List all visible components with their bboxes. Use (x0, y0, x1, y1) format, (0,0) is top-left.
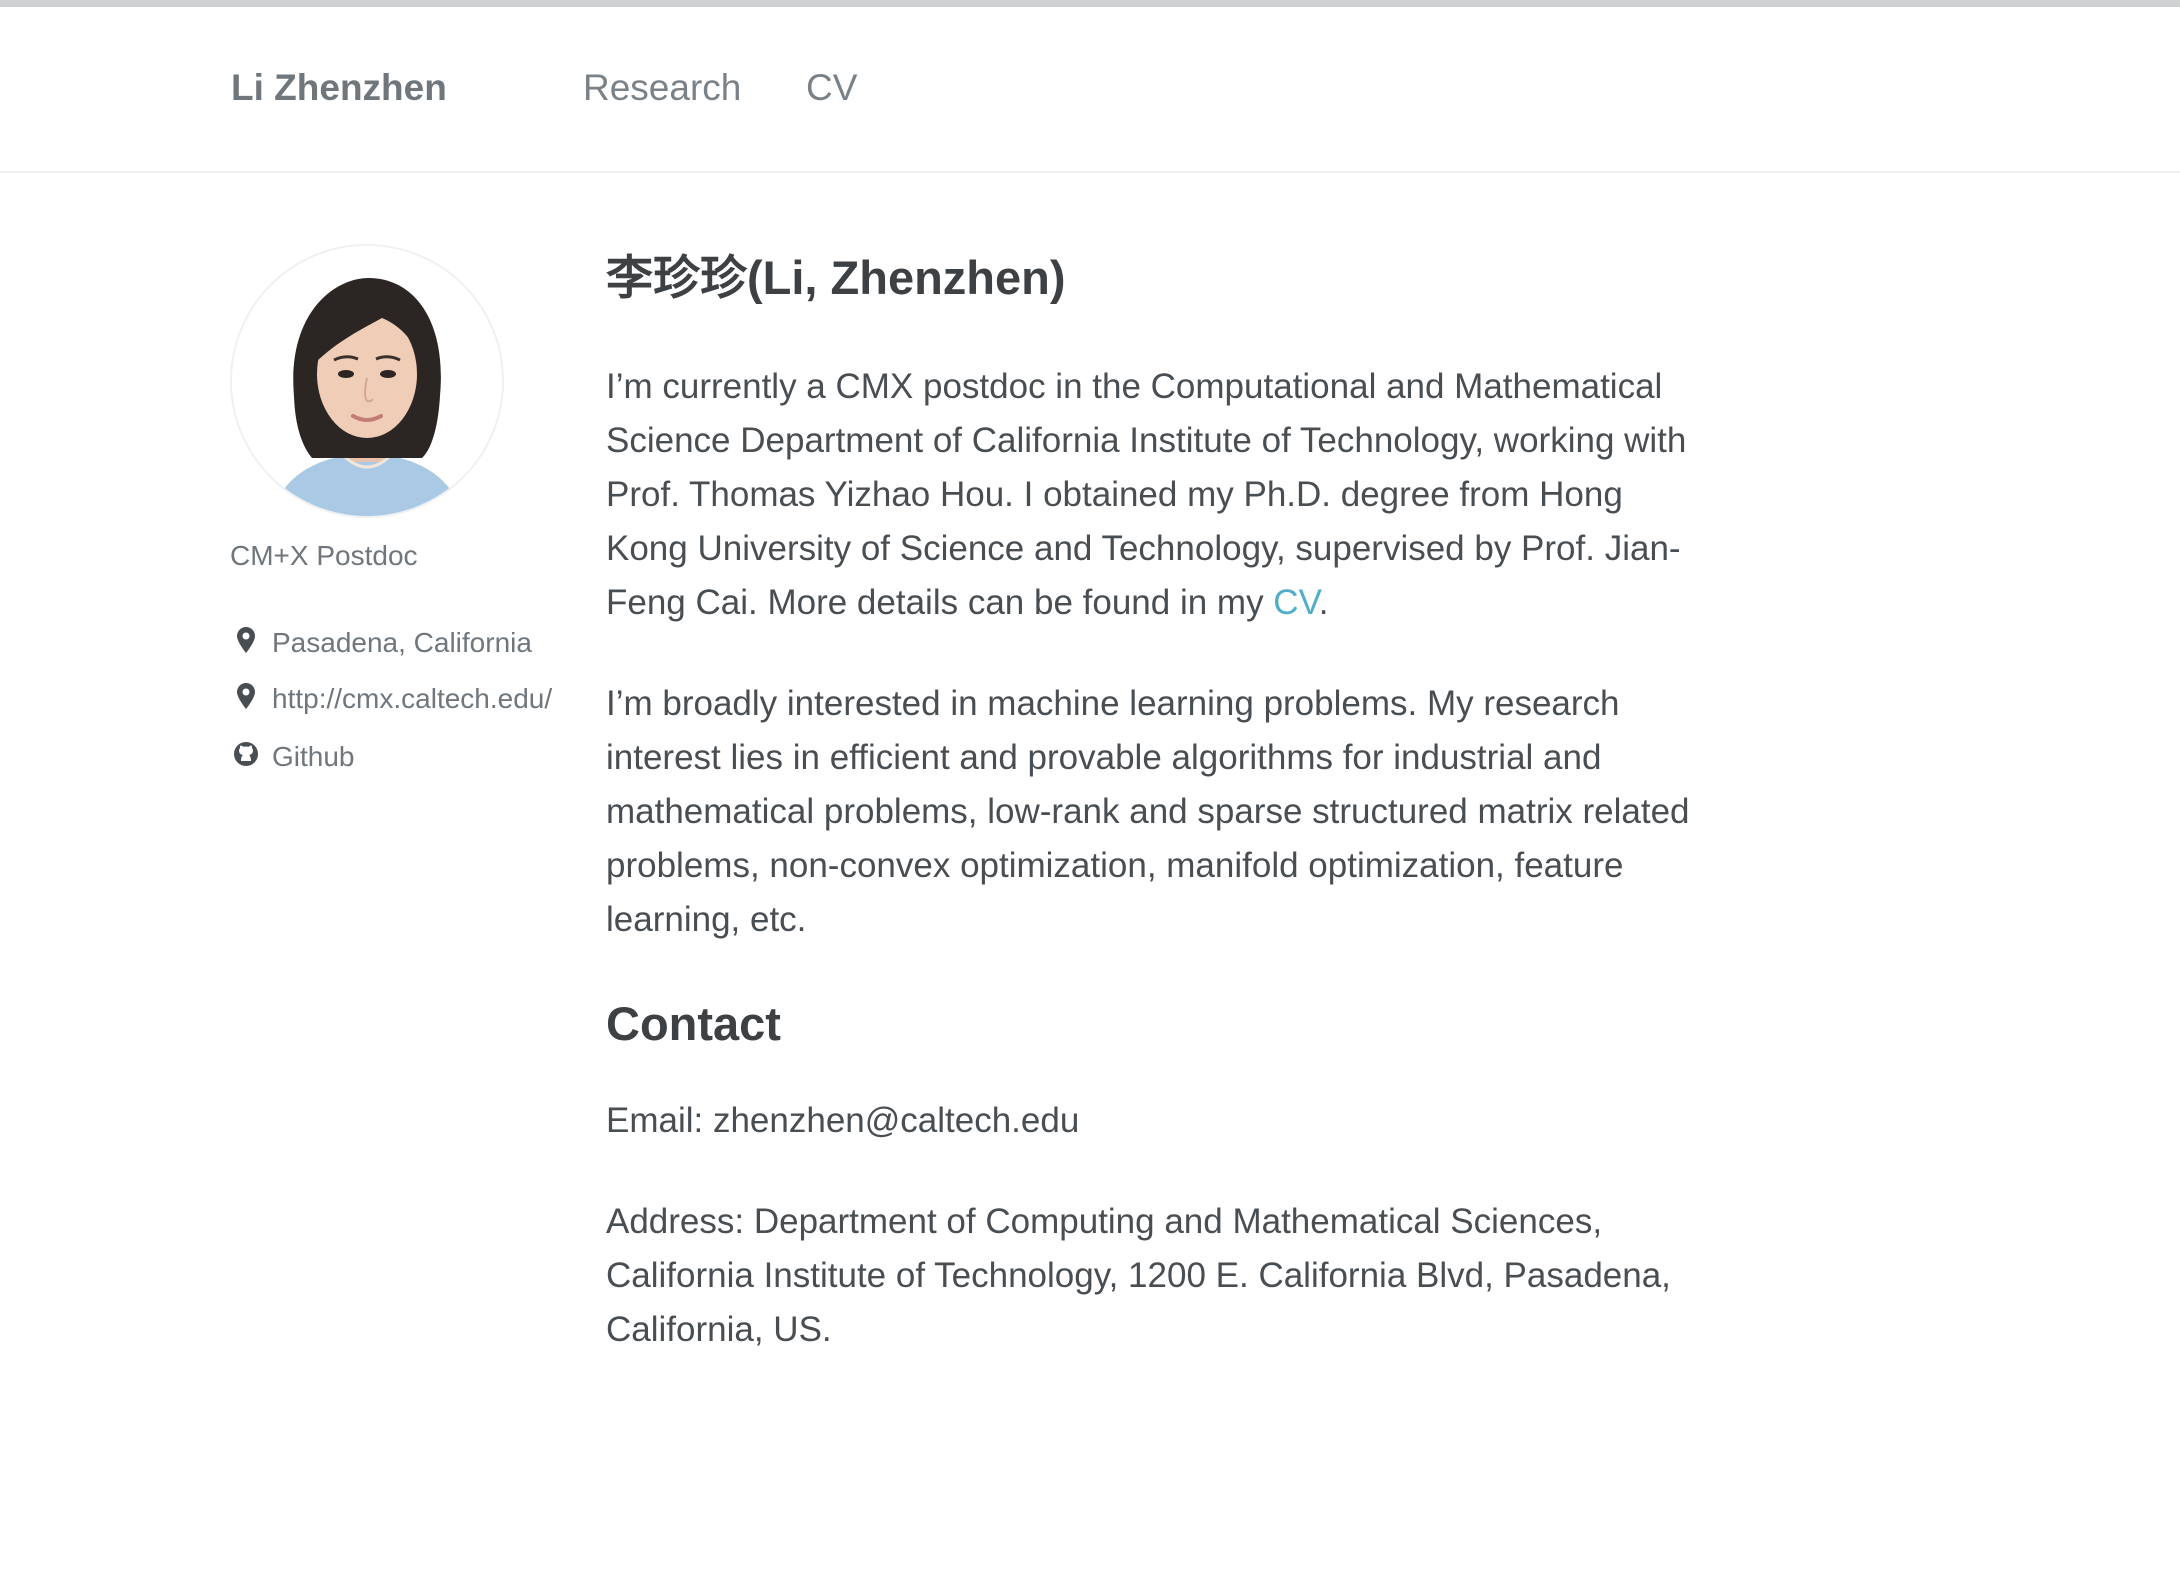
author-website-link[interactable]: http://cmx.caltech.edu/ (272, 683, 552, 715)
top-border (0, 0, 2180, 7)
avatar (230, 244, 504, 518)
intro-end: . (1318, 583, 1329, 622)
contact-heading: Contact (606, 997, 781, 1050)
location-pin-icon (232, 626, 260, 660)
github-icon (232, 741, 260, 774)
contact-email: Email: zhenzhen@caltech.edu (606, 1101, 1080, 1140)
nav-link-cv[interactable]: CV (806, 67, 857, 109)
author-links-list: Pasadena, California http://cmx.caltech.… (232, 615, 552, 785)
avatar-portrait-image (232, 246, 502, 516)
author-link-github[interactable]: Github (232, 729, 552, 785)
masthead: Li Zhenzhen Research CV (0, 7, 2180, 173)
location-pin-icon (232, 682, 260, 716)
contact-address: Address: Department of Computing and Mat… (606, 1202, 1671, 1349)
page-title: 李珍珍(Li, Zhenzhen) (606, 251, 1066, 304)
author-github-link[interactable]: Github (272, 741, 355, 773)
nav-link-research[interactable]: Research (583, 67, 741, 109)
intro-text: I’m currently a CMX postdoc in the Compu… (606, 367, 1687, 622)
site-title-link[interactable]: Li Zhenzhen (231, 67, 447, 109)
author-bio: CM+X Postdoc (230, 540, 418, 571)
author-location-label: Pasadena, California (272, 627, 532, 658)
author-link-website[interactable]: http://cmx.caltech.edu/ (232, 671, 552, 727)
interests-paragraph: I’m broadly interested in machine learni… (606, 684, 1690, 939)
main-content: 李珍珍(Li, Zhenzhen) I’m currently a CMX po… (606, 248, 1706, 1404)
cv-inline-link[interactable]: CV (1273, 583, 1318, 622)
intro-paragraph: I’m currently a CMX postdoc in the Compu… (606, 360, 1706, 630)
author-link-location: Pasadena, California (232, 615, 552, 671)
